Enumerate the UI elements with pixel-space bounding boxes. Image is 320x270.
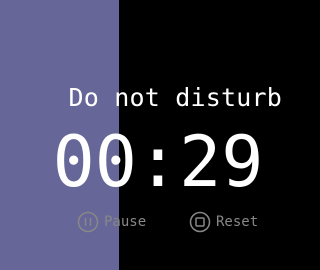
pause-button[interactable]: Pause bbox=[77, 210, 146, 234]
stop-circle-icon bbox=[189, 211, 211, 233]
pause-circle-icon bbox=[77, 211, 99, 233]
timer-label: Do not disturb bbox=[68, 83, 282, 112]
controls-bar: Pause Reset bbox=[0, 210, 306, 234]
countdown-display: 00:29 bbox=[52, 121, 264, 203]
reset-label: Reset bbox=[216, 214, 259, 230]
pause-label: Pause bbox=[104, 214, 147, 230]
timer-screen: Do not disturb 00:29 Pause Reset bbox=[0, 0, 306, 270]
reset-button[interactable]: Reset bbox=[189, 210, 258, 234]
